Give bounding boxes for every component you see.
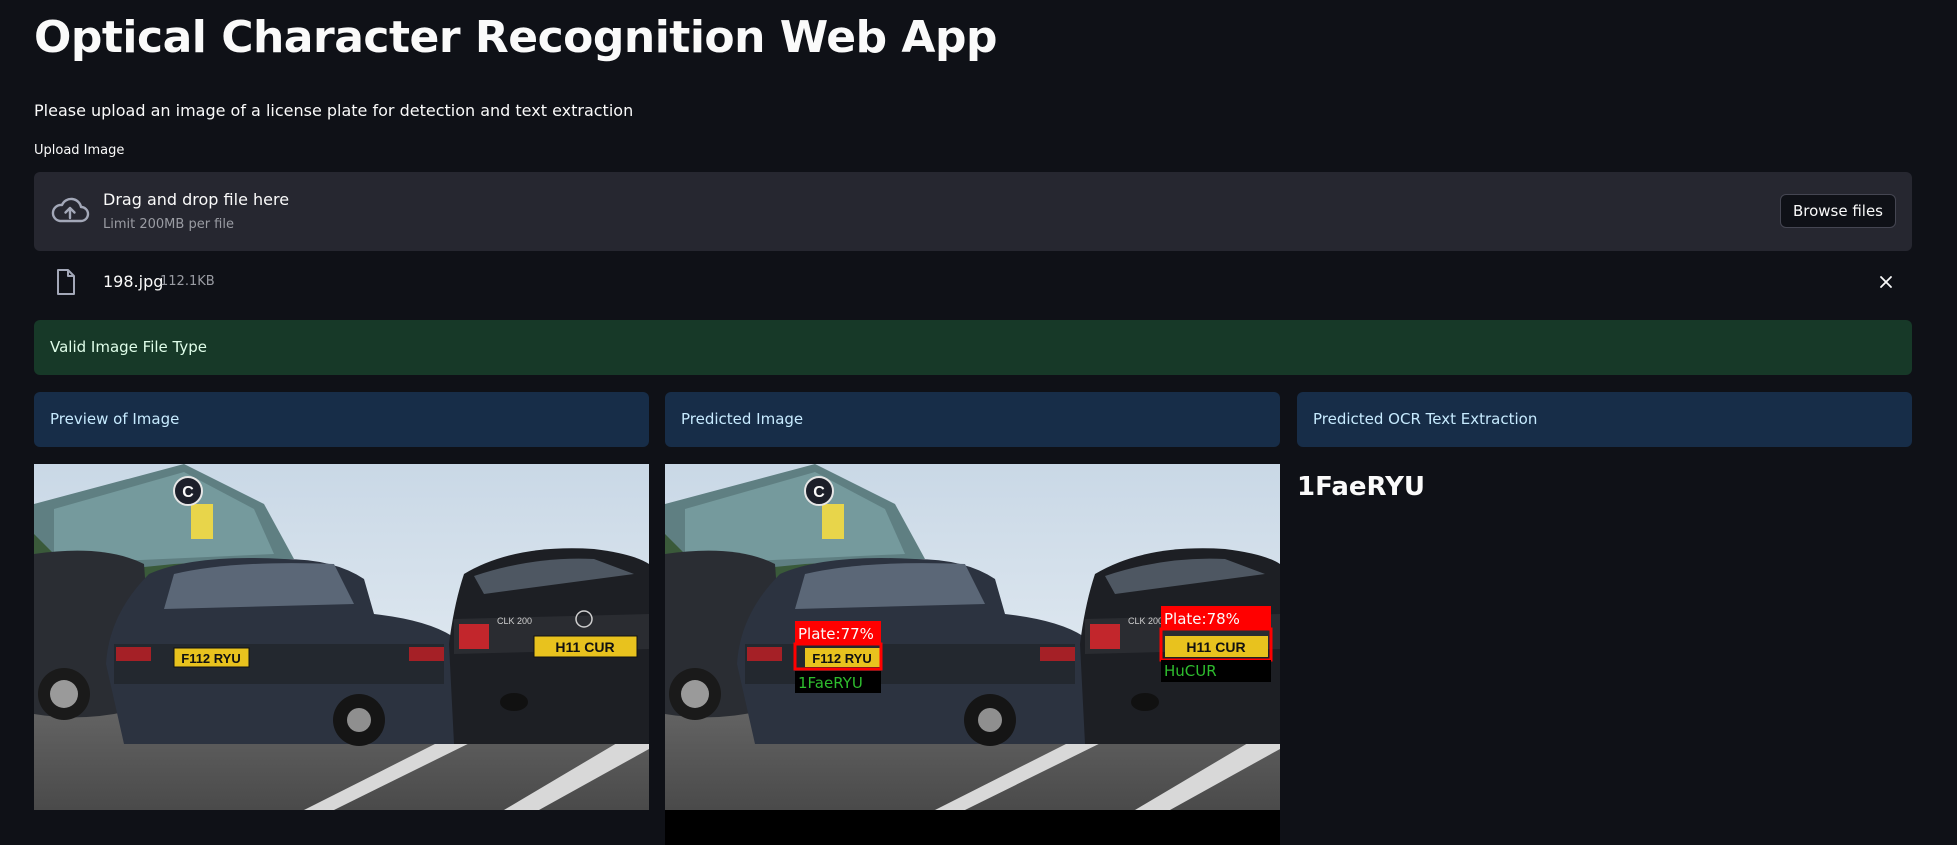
page-title: Optical Character Recognition Web App: [34, 12, 997, 63]
pred-right-car-badge-text: CLK 200: [1128, 616, 1163, 626]
dropzone-limit: Limit 200MB per file: [103, 217, 234, 232]
pred-car-park-badge-text: C: [813, 484, 825, 501]
ocr-label-2: HuCUR: [1164, 662, 1217, 680]
preview-header-text: Preview of Image: [50, 410, 180, 428]
right-car-badge-text: CLK 200: [497, 616, 532, 626]
dropzone-instructions: Drag and drop file here: [103, 190, 290, 209]
file-dropzone[interactable]: Drag and drop file here Limit 200MB per …: [34, 172, 1912, 251]
detection-label-1: Plate:77%: [798, 625, 874, 643]
uploaded-file-row: 198.jpg 112.1KB: [34, 264, 1912, 300]
browse-files-button[interactable]: Browse files: [1779, 194, 1896, 228]
pred-right-plate-text: H11 CUR: [1186, 639, 1245, 655]
preview-header: Preview of Image: [34, 392, 649, 447]
right-plate-text: H11 CUR: [555, 639, 614, 655]
cloud-upload-icon: [51, 197, 90, 223]
predicted-header: Predicted Image: [665, 392, 1280, 447]
file-name: 198.jpg: [103, 272, 164, 291]
success-alert: Valid Image File Type: [34, 320, 1912, 375]
file-size: 112.1KB: [160, 274, 215, 289]
predicted-image-padding: [665, 810, 1280, 845]
ocr-label-1: 1FaeRYU: [798, 674, 863, 692]
app-page: Optical Character Recognition Web App Pl…: [0, 0, 1957, 845]
preview-image: F112 RYU C CLK 200 H11 CUR: [34, 464, 649, 810]
left-plate-text: F112 RYU: [181, 651, 241, 666]
ocr-header: Predicted OCR Text Extraction: [1297, 392, 1912, 447]
file-icon: [57, 269, 75, 295]
ocr-result-text: 1FaeRYU: [1297, 472, 1426, 502]
upload-label: Upload Image: [34, 143, 125, 158]
pred-left-plate-text: F112 RYU: [812, 651, 872, 666]
page-subtitle: Please upload an image of a license plat…: [34, 101, 634, 120]
car-park-badge-text: C: [182, 484, 194, 501]
predicted-image: C CLK 200 Plate:77% F112 RYU 1FaeRYU Pla…: [665, 464, 1280, 810]
predicted-header-text: Predicted Image: [681, 410, 804, 428]
success-alert-text: Valid Image File Type: [50, 338, 207, 356]
detection-label-2: Plate:78%: [1164, 610, 1240, 628]
ocr-header-text: Predicted OCR Text Extraction: [1313, 410, 1538, 428]
close-icon[interactable]: [1876, 272, 1896, 292]
